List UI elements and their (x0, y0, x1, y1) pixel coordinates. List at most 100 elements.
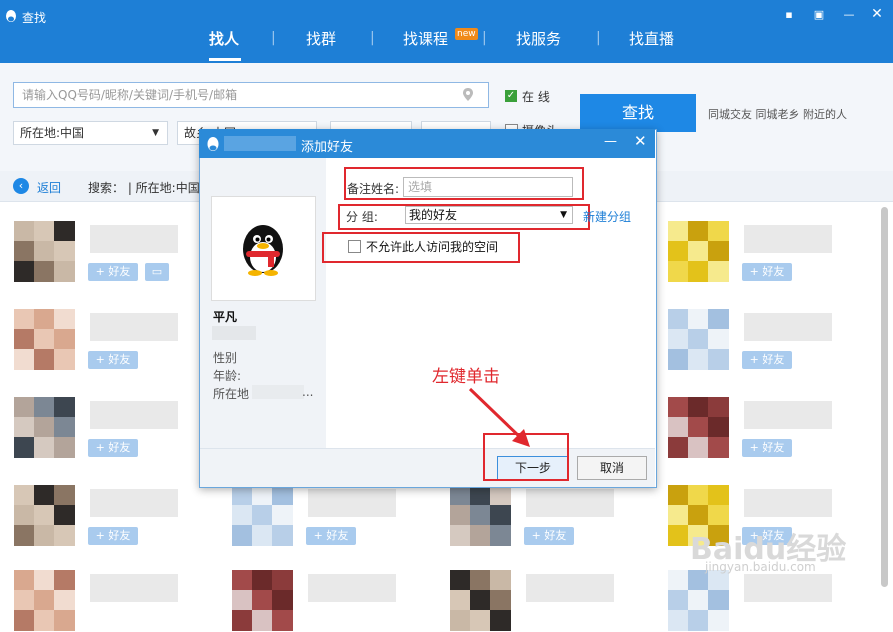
avatar-pixel (470, 525, 491, 546)
annotation-arrow-icon (468, 387, 530, 447)
avatar-pixel (470, 505, 491, 526)
result-avatar[interactable] (668, 221, 730, 283)
add-friend-button[interactable]: + 好友 (88, 263, 138, 281)
avatar-pixel (708, 349, 729, 370)
avatar-pixel (688, 610, 709, 631)
add-friend-button[interactable]: + 好友 (742, 351, 792, 369)
result-avatar[interactable] (232, 485, 294, 547)
avatar-pixel (708, 261, 729, 282)
avatar-pixel (54, 485, 75, 506)
location-pin-icon[interactable] (463, 88, 473, 101)
search-input[interactable]: 请输入QQ号码/昵称/关键词/手机号/邮箱 (13, 82, 489, 108)
feedback-icon[interactable]: ▪ (781, 8, 797, 21)
watermark-url: jingyan.baidu.com (705, 560, 816, 574)
avatar-pixel (668, 417, 689, 438)
search-button[interactable]: 查找 (580, 94, 696, 132)
avatar-pixel (490, 590, 511, 611)
result-avatar[interactable] (450, 570, 512, 632)
avatar-pixel (272, 485, 293, 506)
add-friend-button[interactable]: + 好友 (88, 527, 138, 545)
minimize-icon[interactable]: — (841, 8, 857, 21)
lock-icon[interactable]: ▣ (811, 8, 827, 21)
profile-age-label: 年龄: (213, 369, 242, 383)
avatar-pixel (34, 417, 55, 438)
minimize-icon[interactable]: — (604, 134, 617, 149)
close-icon[interactable]: ✕ (634, 132, 647, 150)
avatar-pixel (272, 570, 293, 591)
avatar-pixel (688, 261, 709, 282)
active-tab-indicator (209, 58, 241, 61)
location-dropdown[interactable]: 所在地:中国 ▼ (13, 121, 168, 145)
avatar-pixel (708, 221, 729, 242)
avatar-pixel (232, 505, 253, 526)
result-avatar[interactable] (14, 570, 76, 632)
tab-find-live[interactable]: 找直播 (629, 28, 674, 49)
result-avatar[interactable] (668, 570, 730, 632)
avatar-pixel (272, 525, 293, 546)
back-link[interactable]: 返回 (37, 179, 61, 196)
avatar-pixel (470, 610, 491, 631)
blurred-nickname (744, 313, 832, 341)
annotation-label: 左键单击 (432, 367, 500, 387)
result-avatar[interactable] (14, 397, 76, 459)
avatar-pixel (34, 349, 55, 370)
blurred-nickname (308, 574, 396, 602)
new-group-link[interactable]: 新建分组 (583, 208, 631, 225)
link-city-friends[interactable]: 同城交友 (708, 108, 752, 121)
result-avatar[interactable] (14, 485, 76, 547)
avatar-pixel (688, 417, 709, 438)
chevron-down-icon: ▼ (152, 128, 159, 138)
add-friend-button[interactable]: + 好友 (88, 351, 138, 369)
cancel-button[interactable]: 取消 (577, 456, 647, 480)
avatar-pixel (688, 590, 709, 611)
link-nearby[interactable]: 附近的人 (803, 108, 847, 121)
result-avatar[interactable] (668, 397, 730, 459)
avatar-pixel (470, 590, 491, 611)
tab-find-people[interactable]: 找人 (209, 28, 239, 49)
avatar-pixel (252, 485, 273, 506)
add-friend-button[interactable]: + 好友 (742, 263, 792, 281)
add-friend-button[interactable]: + 好友 (742, 439, 792, 457)
avatar-pixel (34, 590, 55, 611)
result-avatar[interactable] (14, 221, 76, 283)
breadcrumb: 搜索： | 所在地:中国 (88, 181, 200, 195)
avatar-pixel (14, 329, 35, 350)
tab-separator: | (596, 30, 601, 46)
tab-find-groups[interactable]: 找群 (306, 28, 336, 49)
online-checkbox[interactable]: ✓ (505, 90, 517, 102)
avatar-pixel (668, 221, 689, 242)
avatar-pixel (708, 505, 729, 526)
avatar-pixel (14, 525, 35, 546)
avatar-pixel (34, 570, 55, 591)
avatar-pixel (232, 590, 253, 611)
avatar-pixel (668, 349, 689, 370)
link-hometown[interactable]: 同城老乡 (756, 108, 800, 121)
add-friend-button[interactable]: + 好友 (88, 439, 138, 457)
blurred-nickname (308, 489, 396, 517)
result-avatar[interactable] (14, 309, 76, 371)
add-friend-button[interactable]: + 好友 (524, 527, 574, 545)
close-icon[interactable]: ✕ (869, 6, 885, 22)
avatar-pixel (34, 437, 55, 458)
tab-find-services[interactable]: 找服务 (516, 28, 561, 49)
avatar-pixel (14, 505, 35, 526)
back-arrow-icon[interactable]: ‹ (13, 178, 29, 194)
avatar-pixel (34, 485, 55, 506)
scrollbar[interactable] (881, 207, 888, 587)
result-avatar[interactable] (450, 485, 512, 547)
avatar-pixel (252, 610, 273, 631)
result-avatar[interactable] (668, 309, 730, 371)
qq-penguin-icon (6, 10, 16, 22)
add-friend-button[interactable]: + 好友 (306, 527, 356, 545)
avatar-pixel (688, 309, 709, 330)
avatar-pixel (450, 590, 471, 611)
tab-find-courses[interactable]: 找课程 (403, 28, 448, 49)
avatar-pixel (34, 241, 55, 262)
message-button[interactable]: ▭ (145, 263, 169, 281)
avatar-pixel (688, 221, 709, 242)
avatar-pixel (14, 437, 35, 458)
avatar-pixel (54, 329, 75, 350)
result-avatar[interactable] (232, 570, 294, 632)
avatar-pixel (450, 485, 471, 506)
avatar-pixel (34, 397, 55, 418)
